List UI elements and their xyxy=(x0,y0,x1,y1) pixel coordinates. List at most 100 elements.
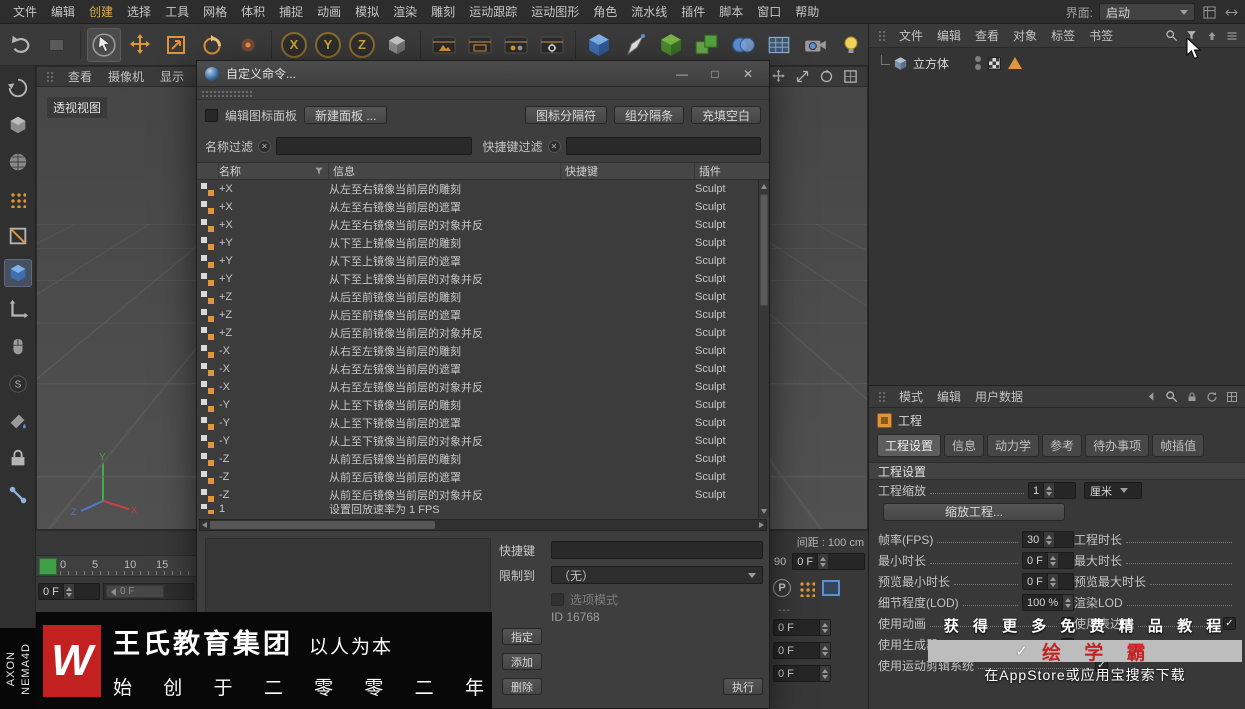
close-button[interactable]: ✕ xyxy=(735,64,761,84)
make-editable-icon[interactable] xyxy=(4,74,32,102)
clear-shortcut-filter-icon[interactable]: ✕ xyxy=(547,139,561,153)
texture-tag-icon[interactable] xyxy=(988,56,1002,70)
table-row[interactable]: -X 从右至左镜像当前层的遮罩 Sculpt xyxy=(197,360,757,378)
shortcut-filter-input[interactable] xyxy=(565,137,761,155)
vertical-scrollbar[interactable] xyxy=(758,180,769,518)
camera-icon[interactable] xyxy=(798,28,832,62)
object-manager-menu-item[interactable]: 查看 xyxy=(968,24,1006,47)
viewport-menu-item[interactable]: 摄像机 xyxy=(100,67,152,88)
menubar-item[interactable]: 体积 xyxy=(234,0,272,24)
render-team-icon[interactable] xyxy=(499,28,533,62)
undo-icon[interactable] xyxy=(4,28,38,62)
attribute-menu-item[interactable]: 用户数据 xyxy=(968,385,1030,408)
search-icon[interactable] xyxy=(1164,389,1179,404)
table-row[interactable]: +Z 从后至前镜像当前层的对象并反 Sculpt xyxy=(197,324,757,342)
object-name-label[interactable]: 立方体 xyxy=(913,55,949,72)
min-time-field[interactable]: 0 F xyxy=(1022,552,1074,569)
shortcut-input[interactable] xyxy=(551,541,763,559)
table-row[interactable]: -X 从右至左镜像当前层的对象并反 Sculpt xyxy=(197,378,757,396)
edit-palette-checkbox[interactable] xyxy=(205,108,218,122)
coordinate-system-icon[interactable] xyxy=(380,28,414,62)
menubar-item[interactable]: 运动图形 xyxy=(524,0,586,24)
maximize-button[interactable]: □ xyxy=(702,64,728,84)
menubar-item[interactable]: 渲染 xyxy=(386,0,424,24)
menubar-item[interactable]: 流水线 xyxy=(624,0,674,24)
last-tool-icon[interactable] xyxy=(231,28,265,62)
attr-tab[interactable]: 动力学 xyxy=(987,434,1040,457)
list-menu-icon[interactable] xyxy=(1224,28,1239,43)
menubar-item[interactable]: 捕捉 xyxy=(272,0,310,24)
render-view-icon[interactable] xyxy=(427,28,461,62)
current-frame-field[interactable]: 0 F xyxy=(38,583,100,600)
rotate-tool-icon[interactable] xyxy=(195,28,229,62)
menubar-item[interactable]: 网格 xyxy=(196,0,234,24)
menubar-item[interactable]: 文件 xyxy=(6,0,44,24)
menu-grid-icon[interactable] xyxy=(1224,389,1239,404)
stepper-icon[interactable] xyxy=(1046,553,1058,568)
paint-icon[interactable] xyxy=(4,407,32,435)
table-row[interactable]: -Z 从前至后镜像当前层的遮罩 Sculpt xyxy=(197,468,757,486)
axis-mode-icon[interactable] xyxy=(4,296,32,324)
restrict-dropdown[interactable]: （无） xyxy=(551,566,763,584)
lock-workplane-icon[interactable] xyxy=(4,444,32,472)
table-row[interactable]: +X 从左至右镜像当前层的雕刻 Sculpt xyxy=(197,180,757,198)
menubar-item[interactable]: 动画 xyxy=(310,0,348,24)
stepper-icon[interactable] xyxy=(819,620,830,635)
menubar-item[interactable]: 模拟 xyxy=(348,0,386,24)
table-row[interactable]: -X 从右至左镜像当前层的雕刻 Sculpt xyxy=(197,342,757,360)
rotate-view-icon[interactable] xyxy=(817,69,835,85)
stepper-icon[interactable] xyxy=(817,554,829,569)
drag-handle-icon[interactable] xyxy=(878,390,887,403)
table-row[interactable]: +X 从左至右镜像当前层的遮罩 Sculpt xyxy=(197,198,757,216)
zoom-view-icon[interactable] xyxy=(793,69,811,85)
stepper-icon[interactable] xyxy=(819,643,830,658)
table-row[interactable]: +Y 从下至上镜像当前层的遮罩 Sculpt xyxy=(197,252,757,270)
stepper-icon[interactable] xyxy=(1046,574,1058,589)
history-box-icon[interactable] xyxy=(40,28,74,62)
menubar-item[interactable]: 运动跟踪 xyxy=(462,0,524,24)
light-icon[interactable] xyxy=(834,28,868,62)
live-selection-icon[interactable] xyxy=(87,27,121,62)
record-position-icon[interactable]: P xyxy=(773,579,791,597)
plugin-column-header[interactable]: 插件 xyxy=(695,163,757,179)
range-slider-handle[interactable]: 0 F xyxy=(106,585,164,598)
option-mode-checkbox[interactable] xyxy=(551,592,564,606)
phong-tag-icon[interactable] xyxy=(1008,57,1023,69)
table-row[interactable]: +X 从左至右镜像当前层的对象并反 Sculpt xyxy=(197,216,757,234)
snap-icon[interactable]: S xyxy=(4,370,32,398)
search-icon[interactable] xyxy=(1164,28,1179,43)
up-arrow-icon[interactable] xyxy=(1204,28,1219,43)
dialog-titlebar[interactable]: 自定义命令... — □ ✕ xyxy=(197,61,769,87)
scroll-left-icon[interactable] xyxy=(202,522,207,528)
section-header[interactable]: 工程设置 xyxy=(869,462,1245,480)
name-filter-input[interactable] xyxy=(276,137,472,155)
layout-grid-icon[interactable] xyxy=(1201,4,1217,20)
plane-icon[interactable] xyxy=(762,28,796,62)
attr-tab[interactable]: 工程设置 xyxy=(877,434,942,457)
sync-icon[interactable] xyxy=(1204,389,1219,404)
polygons-mode-icon[interactable] xyxy=(3,259,32,287)
viewport-label[interactable]: 透视视图 xyxy=(47,97,108,118)
range-frame-field[interactable]: 0 F xyxy=(792,553,865,570)
menubar-item[interactable]: 雕刻 xyxy=(424,0,462,24)
keyframe-grid-icon[interactable] xyxy=(798,579,815,597)
render-picture-viewer-icon[interactable] xyxy=(463,28,497,62)
scale-project-button[interactable]: 缩放工程... xyxy=(883,502,1065,521)
lock-icon[interactable] xyxy=(1184,389,1199,404)
subdivision-surface-icon[interactable] xyxy=(654,28,688,62)
object-manager-menu-item[interactable]: 编辑 xyxy=(930,24,968,47)
icon-separator-button[interactable]: 图标分隔符 xyxy=(524,106,607,124)
interface-dropdown[interactable]: 启动 xyxy=(1099,3,1195,21)
joint-icon[interactable] xyxy=(4,481,32,509)
attr-tab[interactable]: 参考 xyxy=(1042,434,1083,457)
attr-tab[interactable]: 帧插值 xyxy=(1152,434,1205,457)
texture-mode-icon[interactable] xyxy=(4,148,32,176)
scroll-down-icon[interactable] xyxy=(761,509,767,514)
viewport-solo-icon[interactable] xyxy=(4,333,32,361)
dialog-grip[interactable] xyxy=(197,87,769,100)
horizontal-scrollbar[interactable] xyxy=(199,519,767,531)
stepper-icon[interactable] xyxy=(1062,595,1074,610)
playback-range-slider[interactable]: 0 F xyxy=(103,583,194,600)
frame-field[interactable]: 0 F xyxy=(773,665,831,682)
group-separator-button[interactable]: 组分隔条 xyxy=(613,106,684,124)
